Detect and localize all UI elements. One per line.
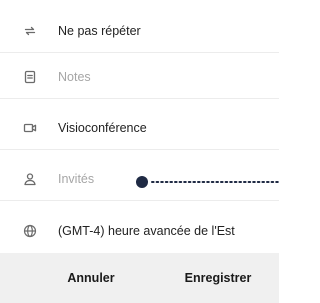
- timezone-row[interactable]: (GMT-4) heure avancée de l'Est: [0, 209, 279, 253]
- video-icon: [23, 121, 37, 135]
- globe-icon: [23, 224, 37, 238]
- cancel-button[interactable]: Annuler: [59, 265, 122, 291]
- dialog-footer: Annuler Enregistrer: [0, 253, 279, 303]
- save-button[interactable]: Enregistrer: [177, 265, 260, 291]
- person-icon: [23, 172, 37, 186]
- repeat-label: Ne pas répéter: [58, 23, 141, 38]
- dotted-pointer-annotation: [136, 176, 279, 188]
- video-conference-row[interactable]: Visioconférence: [0, 106, 279, 150]
- timezone-label: (GMT-4) heure avancée de l'Est: [58, 224, 235, 238]
- repeat-icon: [23, 24, 37, 38]
- notes-icon: [23, 70, 37, 84]
- notes-field[interactable]: Notes: [0, 55, 279, 99]
- video-conference-label: Visioconférence: [58, 120, 147, 135]
- notes-placeholder: Notes: [58, 69, 91, 84]
- repeat-row[interactable]: Ne pas répéter: [0, 9, 279, 53]
- guests-placeholder: Invités: [58, 171, 95, 186]
